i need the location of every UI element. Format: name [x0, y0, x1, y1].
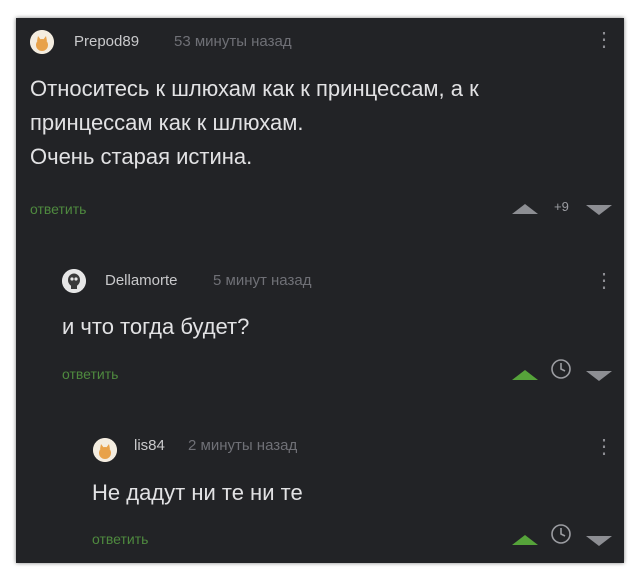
- comments-panel: Prepod89 53 минуты назад ⋮ Относитесь к …: [16, 18, 624, 563]
- triangle-down-icon[interactable]: [586, 205, 612, 215]
- triangle-down-icon[interactable]: [586, 536, 612, 546]
- triangle-up-icon[interactable]: [512, 204, 538, 214]
- triangle-up-icon[interactable]: [512, 370, 538, 380]
- cat-avatar-icon: [30, 30, 54, 54]
- triangle-down-icon[interactable]: [586, 371, 612, 381]
- more-options-icon[interactable]: ⋮: [594, 30, 614, 50]
- comment-time: 5 минут назад: [213, 272, 312, 289]
- skull-avatar-icon: [62, 269, 86, 293]
- avatar[interactable]: [30, 30, 54, 54]
- avatar[interactable]: [93, 438, 117, 462]
- reply-link[interactable]: ответить: [30, 201, 86, 217]
- comment-time: 53 минуты назад: [174, 33, 292, 50]
- avatar[interactable]: [62, 269, 86, 293]
- reply-link[interactable]: ответить: [62, 366, 118, 382]
- more-options-icon[interactable]: ⋮: [594, 271, 614, 291]
- cat-avatar-icon: [93, 438, 117, 462]
- comment-author[interactable]: Dellamorte: [105, 272, 178, 289]
- reply-link[interactable]: ответить: [92, 531, 148, 547]
- comment-text: Не дадут ни те ни те: [92, 480, 303, 505]
- comment-time: 2 минуты назад: [188, 437, 298, 454]
- triangle-up-icon[interactable]: [512, 535, 538, 545]
- clock-icon: [551, 359, 571, 379]
- comment-text: и что тогда будет?: [62, 314, 250, 339]
- comment-author[interactable]: lis84: [134, 437, 165, 454]
- comment-author[interactable]: Prepod89: [74, 33, 139, 50]
- more-options-icon[interactable]: ⋮: [594, 437, 614, 457]
- comment-rating: +9: [554, 199, 569, 214]
- comment-text: Относитесь к шлюхам как к принцессам, а …: [30, 76, 479, 169]
- clock-icon: [551, 524, 571, 544]
